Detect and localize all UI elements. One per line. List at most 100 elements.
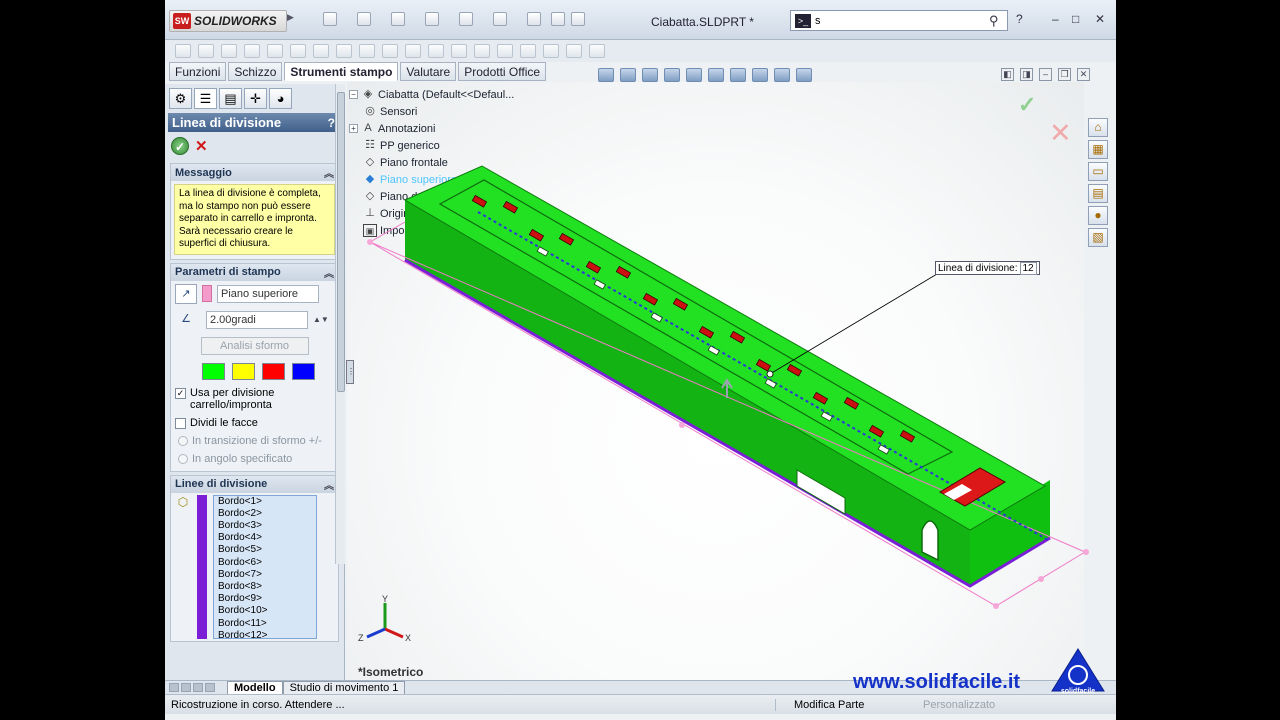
color-swatch-blue[interactable]: [292, 362, 315, 380]
tool-button-icon[interactable]: [451, 44, 467, 58]
home-icon[interactable]: ⌂: [1088, 118, 1108, 137]
list-item[interactable]: Bordo<9>: [218, 593, 316, 605]
tree-item-piano-superiore[interactable]: ◆ Piano superiore: [349, 171, 514, 188]
ok-button[interactable]: ✓: [171, 137, 189, 155]
dimxpert-tab-icon[interactable]: ✛: [244, 88, 267, 109]
tab-modello[interactable]: Modello: [227, 680, 283, 695]
edge-list[interactable]: Bordo<1> Bordo<2> Bordo<3> Bordo<4> Bord…: [213, 494, 317, 639]
list-item[interactable]: Bordo<5>: [218, 544, 316, 556]
viewport-close-icon[interactable]: ✕: [1077, 68, 1090, 81]
nav-last-icon[interactable]: [205, 683, 215, 692]
tool-button-icon[interactable]: [497, 44, 513, 58]
tool-button-icon[interactable]: [566, 44, 582, 58]
nav-next-icon[interactable]: [193, 683, 203, 692]
options-icon[interactable]: [571, 12, 585, 26]
radio-angle-row[interactable]: In angolo specificato: [171, 450, 338, 471]
appearance-icon[interactable]: [752, 68, 768, 82]
parting-lines-header[interactable]: Linee di divisione ︽: [171, 475, 338, 493]
collapse-icon[interactable]: −: [349, 90, 358, 99]
draft-analysis-button[interactable]: Analisi sformo: [200, 336, 309, 355]
split-faces-checkbox-row[interactable]: Dividi le facce: [171, 414, 338, 432]
confirm-corner-cancel-icon[interactable]: ✕: [1049, 118, 1072, 149]
tree-item-importato[interactable]: ▣ Importato3: [349, 222, 514, 239]
search-input[interactable]: s: [815, 15, 989, 27]
panel-splitter-icon[interactable]: ⋮: [346, 360, 355, 384]
reverse-direction-icon[interactable]: ↗: [175, 283, 197, 304]
use-for-split-checkbox-row[interactable]: ✓ Usa per divisione carrello/impronta: [171, 384, 338, 414]
configuration-manager-tab-icon[interactable]: ▤: [219, 88, 242, 109]
collapse-icon[interactable]: ︽: [324, 265, 334, 280]
list-item[interactable]: Bordo<7>: [218, 569, 316, 581]
tool-button-icon[interactable]: [221, 44, 237, 58]
viewport-restore-icon[interactable]: ❐: [1058, 68, 1071, 81]
mold-params-header[interactable]: Parametri di stampo ︽: [171, 263, 338, 281]
tool-button-icon[interactable]: [290, 44, 306, 58]
color-swatch-green[interactable]: [202, 362, 225, 380]
draft-angle-field[interactable]: 2.00gradi: [206, 310, 308, 329]
tool-button-icon[interactable]: [474, 44, 490, 58]
tree-item-annotazioni[interactable]: + A Annotazioni: [349, 120, 514, 137]
expand-icon[interactable]: +: [349, 124, 358, 133]
confirm-corner-ok-icon[interactable]: ✓: [1018, 92, 1036, 118]
viewport-minimize-icon[interactable]: –: [1039, 68, 1052, 81]
previous-view-icon[interactable]: [642, 68, 658, 82]
tree-item-piano-frontale[interactable]: ◇ Piano frontale: [349, 154, 514, 171]
tool-button-icon[interactable]: [244, 44, 260, 58]
search-box[interactable]: >_ s ⚲: [790, 10, 1008, 31]
custom-properties-icon[interactable]: ▧: [1088, 228, 1108, 247]
undo-icon[interactable]: [459, 12, 473, 26]
list-item[interactable]: Bordo<8>: [218, 581, 316, 593]
nav-prev-icon[interactable]: [181, 683, 191, 692]
minimize-icon[interactable]: –: [1052, 12, 1059, 26]
solidworks-logo[interactable]: SW SOLIDWORKS: [169, 10, 287, 32]
checkbox-checked[interactable]: ✓: [175, 387, 186, 399]
tool-button-icon[interactable]: [198, 44, 214, 58]
select-icon[interactable]: [493, 12, 507, 26]
tree-item-piano-destro[interactable]: ◇ Piano destro: [349, 188, 514, 205]
help-icon[interactable]: ?: [1016, 12, 1023, 26]
tool-button-icon[interactable]: [520, 44, 536, 58]
direction-field[interactable]: Piano superiore: [217, 284, 319, 303]
file-explorer-icon[interactable]: ▭: [1088, 162, 1108, 181]
tool-button-icon[interactable]: [313, 44, 329, 58]
radio-button[interactable]: [178, 453, 188, 464]
tab-strumenti-stampo[interactable]: Strumenti stampo: [284, 62, 399, 81]
collapse-icon[interactable]: ︽: [324, 477, 334, 492]
property-manager-tab-icon[interactable]: ☰: [194, 88, 217, 109]
pm-scrollbar[interactable]: [335, 84, 345, 564]
new-document-icon[interactable]: [323, 12, 337, 26]
radio-button[interactable]: [178, 435, 188, 446]
tab-schizzo[interactable]: Schizzo: [228, 62, 283, 81]
tab-prodotti-office[interactable]: Prodotti Office: [458, 62, 547, 81]
tab-valutare[interactable]: Valutare: [400, 62, 457, 81]
view-settings-icon[interactable]: [796, 68, 812, 82]
design-library-icon[interactable]: ▦: [1088, 140, 1108, 159]
nav-first-icon[interactable]: [169, 683, 179, 692]
list-item[interactable]: Bordo<6>: [218, 557, 316, 569]
scene-icon[interactable]: [774, 68, 790, 82]
tool-button-icon[interactable]: [382, 44, 398, 58]
tool-button-icon[interactable]: [267, 44, 283, 58]
rebuild-icon[interactable]: [527, 12, 541, 26]
scrollbar-thumb[interactable]: [337, 92, 345, 392]
section-view-icon[interactable]: [664, 68, 680, 82]
viewport-link-icon[interactable]: ◨: [1020, 68, 1033, 81]
print-icon[interactable]: [425, 12, 439, 26]
viewport-split-icon[interactable]: ◧: [1001, 68, 1014, 81]
tool-button-icon[interactable]: [589, 44, 605, 58]
feature-manager-tab-icon[interactable]: ⚙: [169, 88, 192, 109]
collapse-icon[interactable]: ︽: [324, 165, 334, 180]
tool-button-icon[interactable]: [175, 44, 191, 58]
parting-line-callout[interactable]: Linea di divisione: 12: [935, 261, 1040, 275]
tool-button-icon[interactable]: [428, 44, 444, 58]
list-item[interactable]: Bordo<1>: [218, 496, 316, 508]
list-item[interactable]: Bordo<11>: [218, 618, 316, 630]
menu-flyout-arrow-icon[interactable]: ▶: [287, 12, 295, 30]
tab-funzioni[interactable]: Funzioni: [169, 62, 227, 81]
tab-studio-movimento[interactable]: Studio di movimento 1: [282, 680, 406, 695]
tree-item-origine[interactable]: ⊥ Origine: [349, 205, 514, 222]
open-icon[interactable]: [357, 12, 371, 26]
status-custom[interactable]: Personalizzato: [915, 699, 995, 711]
list-item[interactable]: Bordo<2>: [218, 508, 316, 520]
hide-show-icon[interactable]: [730, 68, 746, 82]
